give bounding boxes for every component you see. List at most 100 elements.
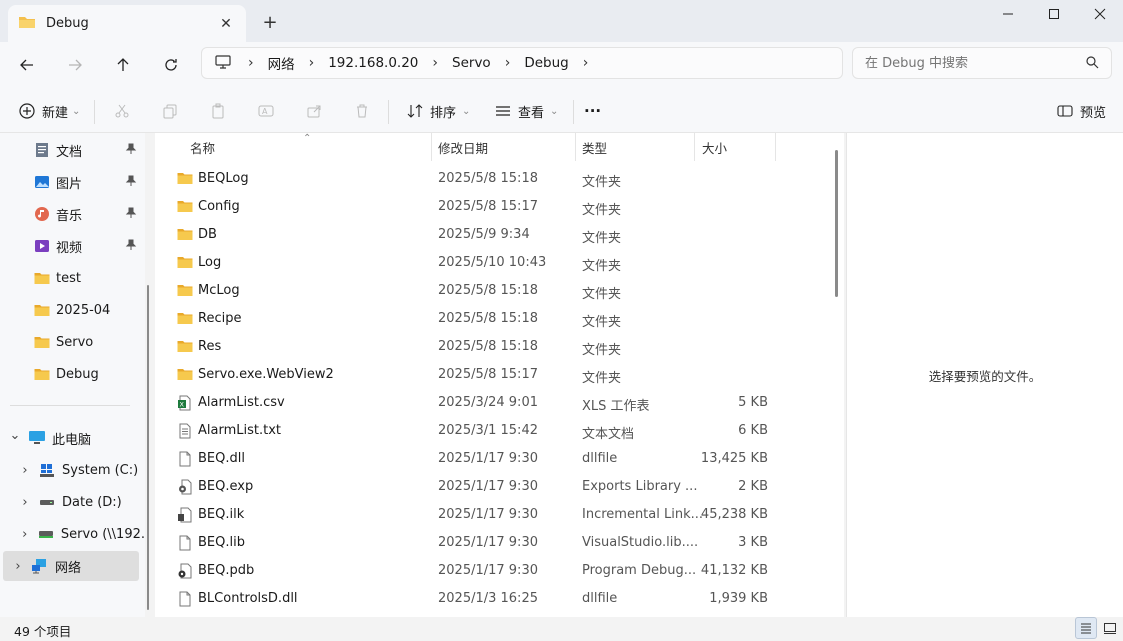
chevron-right-icon[interactable]: ›: [11, 559, 25, 574]
sidebar-this-pc[interactable]: ⌄ 此电脑: [0, 423, 145, 453]
rename-icon: A: [251, 96, 281, 126]
file-row[interactable]: BEQ.lib 2025/1/17 9:30 VisualStudio.lib...…: [173, 529, 773, 557]
pin-icon[interactable]: [125, 239, 137, 251]
close-window-button[interactable]: [1077, 0, 1123, 28]
close-tab-icon[interactable]: ✕: [216, 14, 236, 34]
file-row[interactable]: BEQ.pdb 2025/1/17 9:30 Program Debug... 41,…: [173, 557, 773, 585]
delete-button[interactable]: [347, 96, 377, 126]
cut-button[interactable]: [107, 96, 137, 126]
new-tab-button[interactable]: +: [258, 10, 282, 34]
file-name: Servo.exe.WebView2: [198, 367, 334, 382]
up-button[interactable]: [108, 50, 138, 80]
sidebar-item[interactable]: 音乐: [0, 199, 145, 229]
chevron-right-icon[interactable]: ›: [18, 463, 32, 478]
copy-button[interactable]: [155, 96, 185, 126]
file-row[interactable]: AlarmList.txt 2025/3/1 15:42 文本文档 6 KB: [173, 417, 773, 445]
sidebar-item[interactable]: Servo: [0, 327, 145, 357]
sidebar-item[interactable]: test: [0, 263, 145, 293]
search-input[interactable]: [865, 55, 1085, 71]
network-drive-icon: [38, 526, 55, 542]
file-row[interactable]: X AlarmList.csv 2025/3/24 9:01 XLS 工作表 5 KB: [173, 389, 773, 417]
file-type: VisualStudio.lib....: [582, 535, 699, 550]
chevron-right-icon[interactable]: ›: [18, 495, 32, 510]
file-row[interactable]: DB 2025/5/9 9:34 文件夹: [173, 221, 773, 249]
folder-icon: [177, 283, 193, 299]
new-button[interactable]: 新建 ⌄: [12, 96, 80, 126]
chevron-right-icon[interactable]: ›: [499, 55, 517, 71]
file-name: Recipe: [198, 311, 242, 326]
forward-button[interactable]: [60, 50, 90, 80]
drive-icon: [38, 494, 56, 510]
search-box[interactable]: [852, 47, 1112, 79]
more-options-button[interactable]: ···: [584, 96, 601, 126]
address-bar[interactable]: › 网络 › 192.168.0.20 › Servo › Debug ›: [201, 47, 843, 79]
sidebar-scrollbar[interactable]: [147, 285, 149, 610]
rename-button[interactable]: A: [251, 96, 281, 126]
file-row[interactable]: BEQLog 2025/5/8 15:18 文件夹: [173, 165, 773, 193]
sidebar-item-label: Date (D:): [62, 494, 122, 510]
file-row[interactable]: Config 2025/5/8 15:17 文件夹: [173, 193, 773, 221]
maximize-button[interactable]: [1031, 0, 1077, 28]
column-divider[interactable]: [694, 133, 695, 161]
column-header-type[interactable]: 类型: [582, 133, 607, 161]
chevron-down-icon[interactable]: ⌄: [8, 428, 22, 443]
chevron-down-icon: ⌄: [550, 105, 559, 117]
file-row[interactable]: Servo.exe.WebView2 2025/5/8 15:17 文件夹: [173, 361, 773, 389]
sidebar-network[interactable]: › 网络: [3, 551, 139, 581]
file-row[interactable]: Recipe 2025/5/8 15:18 文件夹: [173, 305, 773, 333]
sort-button[interactable]: 排序 ⌄: [400, 96, 470, 126]
sidebar-item[interactable]: 2025-04: [0, 295, 145, 325]
minimize-button[interactable]: [985, 0, 1031, 28]
trash-icon: [347, 96, 377, 126]
pin-icon[interactable]: [125, 175, 137, 187]
breadcrumb-servo[interactable]: Servo: [444, 55, 499, 71]
tiles-view-button[interactable]: [1099, 617, 1121, 639]
sidebar-item[interactable]: 文档: [0, 135, 145, 165]
sidebar-drive-d[interactable]: › Date (D:): [0, 487, 145, 517]
breadcrumb-debug[interactable]: Debug: [516, 55, 576, 71]
file-name: Res: [198, 339, 222, 354]
preview-button[interactable]: 预览: [1050, 96, 1106, 126]
sidebar-item[interactable]: 图片: [0, 167, 145, 197]
breadcrumb-host[interactable]: 192.168.0.20: [320, 55, 426, 71]
column-divider[interactable]: [775, 133, 776, 161]
details-view-button[interactable]: [1075, 617, 1097, 639]
pin-icon[interactable]: [125, 143, 137, 155]
paste-button[interactable]: [203, 96, 233, 126]
sidebar-drive-servo[interactable]: › Servo (\\192.: [0, 519, 145, 549]
file-type: 文件夹: [582, 259, 622, 274]
search-icon[interactable]: [1085, 55, 1099, 72]
sidebar-drive-c[interactable]: › System (C:): [0, 455, 145, 485]
file-name: DB: [198, 227, 217, 242]
tab-debug[interactable]: Debug ✕: [8, 5, 246, 42]
sidebar-item[interactable]: 视频: [0, 231, 145, 261]
file-row[interactable]: BLControlsD.dll 2025/1/3 16:25 dllfile 1,93…: [173, 585, 773, 613]
chevron-right-icon[interactable]: ›: [18, 527, 32, 542]
sidebar-item[interactable]: Debug: [0, 359, 145, 389]
column-header-size[interactable]: 大小: [702, 133, 727, 161]
sidebar-item-label: 网络: [55, 560, 82, 576]
refresh-button[interactable]: [156, 50, 186, 80]
share-button[interactable]: [299, 96, 329, 126]
column-divider[interactable]: [431, 133, 432, 161]
file-row[interactable]: BEQ.ilk 2025/1/17 9:30 Incremental Link...…: [173, 501, 773, 529]
column-header-name[interactable]: 名称: [190, 133, 215, 161]
chevron-right-icon[interactable]: ›: [303, 55, 321, 71]
pin-icon[interactable]: [125, 207, 137, 219]
file-row[interactable]: BEQ.exp 2025/1/17 9:30 Exports Library ...…: [173, 473, 773, 501]
column-divider[interactable]: [575, 133, 576, 161]
back-button[interactable]: [12, 50, 42, 80]
file-row[interactable]: BEQ.dll 2025/1/17 9:30 dllfile 13,425 KB: [173, 445, 773, 473]
file-row[interactable]: Res 2025/5/8 15:18 文件夹: [173, 333, 773, 361]
file-row[interactable]: McLog 2025/5/8 15:18 文件夹: [173, 277, 773, 305]
file-list-scrollbar[interactable]: [835, 150, 838, 297]
chevron-right-icon[interactable]: ›: [577, 55, 595, 71]
breadcrumb-network[interactable]: 网络: [260, 53, 303, 73]
chevron-right-icon[interactable]: ›: [242, 55, 260, 71]
plus-circle-icon: [12, 96, 42, 126]
file-date: 2025/1/3 16:25: [438, 591, 538, 606]
chevron-right-icon[interactable]: ›: [426, 55, 444, 71]
file-row[interactable]: Log 2025/5/10 10:43 文件夹: [173, 249, 773, 277]
view-button[interactable]: 查看 ⌄: [488, 96, 558, 126]
column-header-date[interactable]: 修改日期: [438, 133, 488, 161]
